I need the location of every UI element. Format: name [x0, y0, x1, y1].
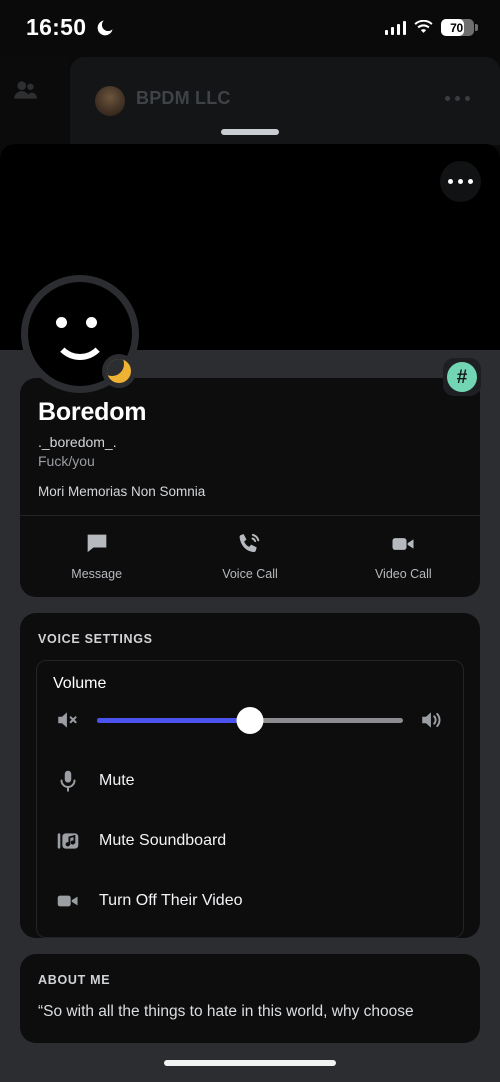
soundboard-icon	[57, 833, 79, 849]
voice-settings-card: VOICE SETTINGS Volume Mute Mute Soundboa…	[20, 613, 480, 938]
avatar[interactable]	[21, 275, 139, 393]
turn-off-video-label: Turn Off Their Video	[99, 892, 243, 909]
video-call-button[interactable]: Video Call	[327, 530, 480, 581]
voice-call-icon	[239, 533, 260, 553]
crescent-moon-status-icon	[107, 359, 131, 383]
profile-info: Boredom ._boredom_. Fuck/you Mori Memori…	[20, 378, 480, 515]
home-indicator[interactable]	[164, 1060, 336, 1066]
about-me-title: ABOUT ME	[38, 973, 111, 987]
message-button-label: Message	[71, 567, 123, 581]
status-bar: 16:50 70	[0, 0, 500, 55]
volume-slider-row	[53, 706, 447, 751]
more-options-button[interactable]	[440, 161, 481, 202]
more-options-icon[interactable]	[445, 96, 470, 101]
battery-percent: 70	[450, 20, 463, 35]
message-button[interactable]: Message	[20, 530, 173, 581]
page-title: Boredom	[38, 398, 147, 426]
members-icon	[14, 81, 37, 99]
username: ._boredom_.	[38, 434, 117, 450]
tagline: Mori Memorias Non Somnia	[38, 484, 206, 499]
voice-settings-box: Volume Mute Mute Soundboard Turn Off The…	[36, 660, 464, 938]
server-avatar	[95, 86, 125, 116]
wifi-icon	[414, 20, 433, 33]
video-call-icon	[392, 538, 414, 550]
slider-thumb[interactable]	[236, 706, 264, 734]
profile-actions: Message Voice Call Video Call	[20, 516, 480, 597]
channel-badge[interactable]: #	[443, 358, 481, 396]
status-bar-left: 16:50	[26, 14, 115, 41]
microphone-icon	[60, 770, 76, 792]
volume-slider[interactable]	[97, 706, 403, 734]
voice-call-button[interactable]: Voice Call	[173, 530, 326, 581]
pronouns: Fuck/you	[38, 453, 95, 469]
status-badge	[102, 354, 136, 388]
voice-settings-title: VOICE SETTINGS	[38, 632, 153, 646]
server-name: BPDM LLC	[136, 88, 231, 108]
smiley-face-avatar	[28, 282, 136, 388]
volume-label: Volume	[53, 675, 107, 692]
crescent-moon-icon	[97, 20, 113, 35]
slider-fill	[97, 717, 250, 723]
background-server-header	[70, 57, 500, 145]
phone-screen: BPDM LLC 16:50 70 # Boredom ._boredom_. …	[0, 0, 500, 1082]
clock: 16:50	[26, 14, 87, 40]
video-call-button-label: Video Call	[374, 567, 432, 581]
profile-card: Boredom ._boredom_. Fuck/you Mori Memori…	[20, 378, 480, 597]
mute-label: Mute	[99, 772, 135, 789]
mute-soundboard-row[interactable]: Mute Soundboard	[53, 811, 447, 871]
mute-soundboard-label: Mute Soundboard	[99, 832, 227, 849]
voice-call-button-label: Voice Call	[222, 567, 278, 581]
hash-icon: #	[447, 362, 477, 392]
status-bar-right: 70	[384, 19, 478, 36]
video-camera-icon	[57, 895, 78, 907]
mute-row[interactable]: Mute	[53, 751, 447, 811]
turn-off-video-row[interactable]: Turn Off Their Video	[53, 871, 447, 931]
profile-sheet: # Boredom ._boredom_. Fuck/you Mori Memo…	[0, 144, 500, 1082]
speaker-loud-icon	[422, 712, 441, 728]
speaker-mute-icon	[58, 712, 77, 728]
message-icon	[87, 534, 106, 553]
cellular-signal-icon	[384, 20, 406, 35]
drag-handle[interactable]	[221, 129, 279, 135]
battery-indicator: 70	[441, 19, 478, 36]
profile-banner: #	[0, 144, 500, 396]
about-me-text: “So with all the things to hate in this …	[38, 1003, 414, 1020]
avatar-smile	[52, 326, 108, 360]
about-me-card: ABOUT ME “So with all the things to hate…	[20, 954, 480, 1044]
